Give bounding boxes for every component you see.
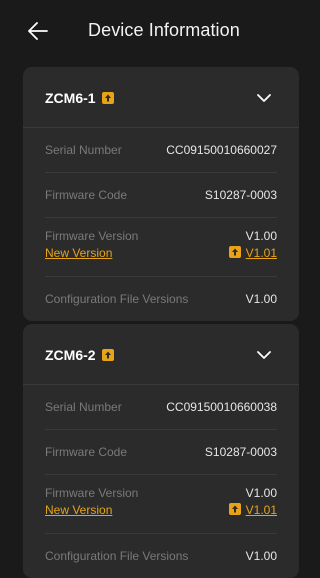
new-version-update-button[interactable]: V1.01 (228, 246, 277, 260)
update-available-icon (101, 349, 114, 361)
back-arrow-icon[interactable] (26, 19, 50, 43)
serial-number-row: Serial Number CC09150010660038 (45, 385, 277, 430)
update-available-icon (228, 503, 241, 515)
firmware-code-value: S10287-0003 (204, 188, 277, 202)
firmware-version-label: Firmware Version (45, 486, 139, 500)
firmware-version-value: V1.00 (245, 486, 277, 500)
firmware-version-value: V1.00 (245, 229, 277, 243)
serial-number-value: CC09150010660027 (166, 143, 277, 157)
device-card: ZCM6-1 Serial Number CC09150010660027 Fi… (23, 67, 299, 321)
new-version-link[interactable]: New Version (45, 246, 112, 260)
new-version-value: V1.01 (245, 246, 277, 260)
new-version-update-button[interactable]: V1.01 (228, 503, 277, 517)
update-available-icon (101, 92, 114, 104)
firmware-code-row: Firmware Code S10287-0003 (45, 173, 277, 218)
config-file-value: V1.00 (245, 292, 277, 306)
device-card: ZCM6-2 Serial Number CC09150010660038 Fi… (23, 324, 299, 578)
firmware-version-row: Firmware Version V1.00 New Version V1.01 (45, 475, 277, 534)
firmware-code-value: S10287-0003 (204, 445, 277, 459)
firmware-code-row: Firmware Code S10287-0003 (45, 430, 277, 475)
serial-number-label: Serial Number (45, 400, 122, 414)
update-available-icon (228, 246, 241, 258)
chevron-down-icon[interactable] (255, 89, 273, 107)
device-card-header[interactable]: ZCM6-2 (23, 324, 299, 385)
device-card-header[interactable]: ZCM6-1 (23, 67, 299, 128)
config-file-label: Configuration File Versions (45, 549, 189, 563)
new-version-value: V1.01 (245, 503, 277, 517)
firmware-code-label: Firmware Code (45, 188, 128, 202)
new-version-link[interactable]: New Version (45, 503, 112, 517)
firmware-version-row: Firmware Version V1.00 New Version V1.01 (45, 218, 277, 277)
firmware-code-label: Firmware Code (45, 445, 128, 459)
firmware-version-label: Firmware Version (45, 229, 139, 243)
config-file-row: Configuration File Versions V1.00 (45, 277, 277, 321)
page-title: Device Information (88, 20, 240, 40)
serial-number-row: Serial Number CC09150010660027 (45, 128, 277, 173)
serial-number-value: CC09150010660038 (166, 400, 277, 414)
device-name: ZCM6-2 (45, 347, 114, 363)
config-file-row: Configuration File Versions V1.00 (45, 534, 277, 578)
serial-number-label: Serial Number (45, 143, 122, 157)
config-file-label: Configuration File Versions (45, 292, 189, 306)
app-header: Device Information (0, 0, 312, 62)
chevron-down-icon[interactable] (255, 346, 273, 364)
device-name: ZCM6-1 (45, 90, 114, 106)
config-file-value: V1.00 (245, 549, 277, 563)
